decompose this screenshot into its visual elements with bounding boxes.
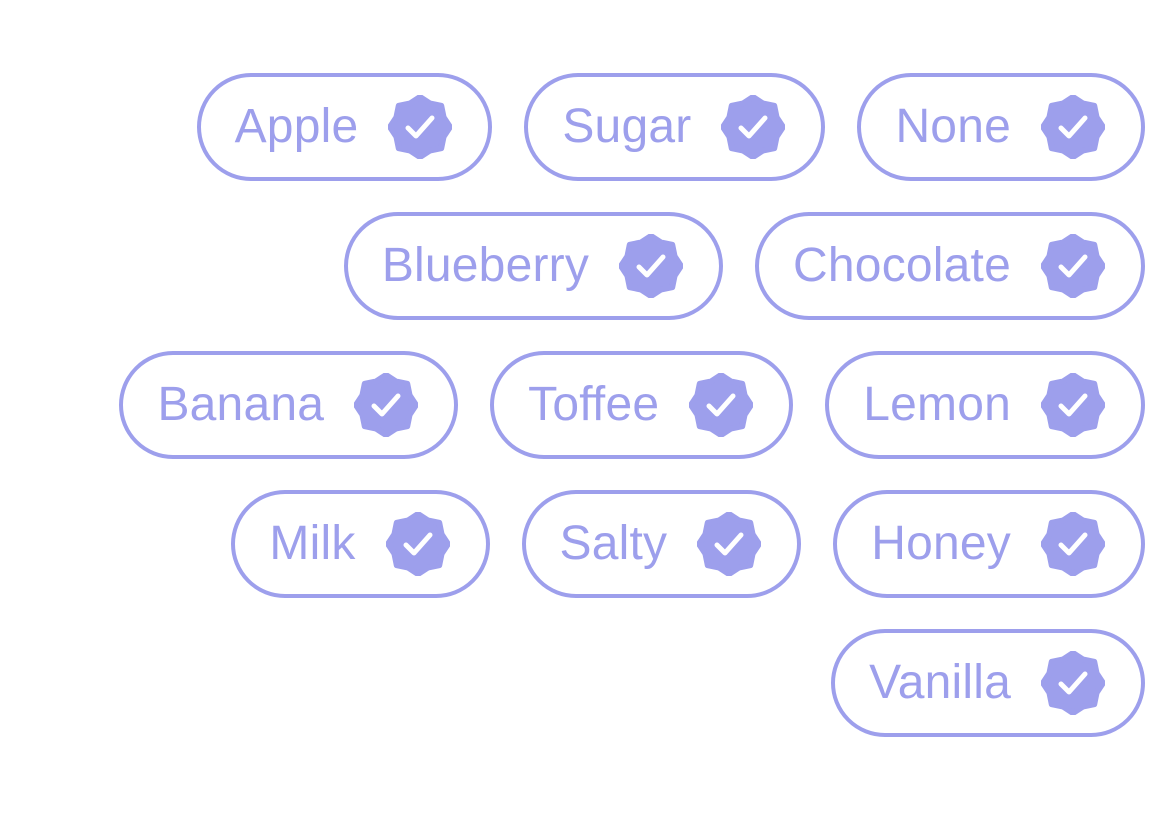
chip-banana[interactable]: Banana (119, 351, 459, 459)
chip-label: Honey (871, 517, 1011, 570)
chip-label: Sugar (562, 100, 692, 153)
chip-label: Lemon (863, 378, 1011, 431)
verified-check-icon (388, 95, 453, 159)
verified-check-icon (721, 95, 786, 159)
chip-label: Vanilla (869, 656, 1011, 709)
chip-label: Apple (234, 100, 359, 153)
verified-check-icon (619, 234, 684, 298)
verified-check-icon (385, 512, 450, 576)
chip-chocolate[interactable]: Chocolate (755, 212, 1145, 320)
chip-none[interactable]: None (857, 73, 1145, 181)
chip-row: Blueberry Chocolate (343, 212, 1145, 320)
chip-milk[interactable]: Milk (231, 490, 490, 598)
chip-honey[interactable]: Honey (833, 490, 1145, 598)
verified-check-icon (1041, 651, 1105, 715)
chip-row: Banana Toffee Lemon (119, 351, 1145, 459)
chip-sugar[interactable]: Sugar (524, 73, 826, 181)
chip-label: Blueberry (381, 239, 590, 292)
verified-check-icon (1041, 373, 1105, 437)
chip-toffee[interactable]: Toffee (490, 351, 794, 459)
chip-lemon[interactable]: Lemon (825, 351, 1145, 459)
verified-check-icon (1041, 234, 1105, 298)
verified-check-icon (697, 512, 762, 576)
chip-label: Milk (269, 517, 356, 570)
verified-check-icon (1041, 95, 1105, 159)
verified-check-icon (1041, 512, 1105, 576)
chip-group: Apple Sugar None Blueberry Chocolate Ban… (0, 0, 1170, 818)
chip-label: Toffee (528, 378, 660, 431)
chip-label: None (895, 100, 1011, 153)
chip-row: Vanilla (831, 629, 1145, 737)
chip-salty[interactable]: Salty (521, 490, 802, 598)
chip-label: Chocolate (793, 239, 1011, 292)
chip-label: Salty (559, 517, 668, 570)
chip-apple[interactable]: Apple (196, 73, 493, 181)
verified-check-icon (354, 373, 419, 437)
chip-label: Banana (157, 378, 325, 431)
chip-vanilla[interactable]: Vanilla (831, 629, 1145, 737)
verified-check-icon (689, 373, 754, 437)
chip-row: Apple Sugar None (196, 73, 1145, 181)
chip-blueberry[interactable]: Blueberry (343, 212, 724, 320)
chip-row: Milk Salty Honey (231, 490, 1145, 598)
